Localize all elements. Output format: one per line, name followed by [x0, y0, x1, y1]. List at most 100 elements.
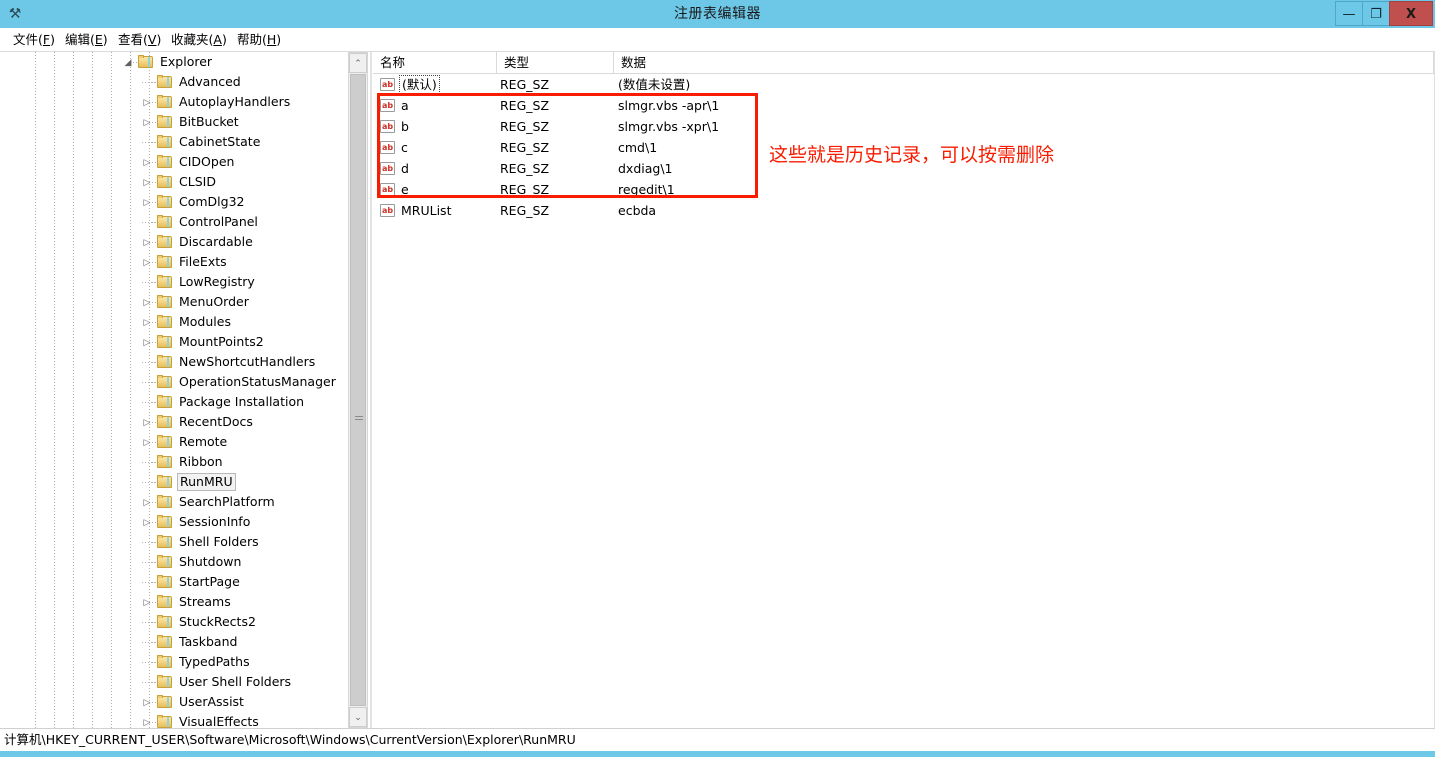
tree-item-streams[interactable]: ▷ Streams [0, 592, 345, 612]
folder-icon [157, 715, 173, 728]
annotation-text: 这些就是历史记录，可以按需删除 [769, 144, 1055, 166]
tree-item-sessioninfo[interactable]: ▷ SessionInfo [0, 512, 345, 532]
tree-scrollbar[interactable]: ⌃ ⌄ [348, 52, 368, 728]
tree-item-label: CIDOpen [179, 154, 235, 169]
main-content: ◢ Explorer Advanced ▷ AutoplayHandlers ▷ BitBu… [0, 52, 1435, 728]
maximize-button[interactable]: ❐ [1362, 1, 1390, 26]
tree-item-bitbucket[interactable]: ▷ BitBucket [0, 112, 345, 132]
tree-item-label: SessionInfo [179, 514, 251, 529]
value-data: slmgr.vbs -apr\1 [618, 98, 720, 113]
folder-icon [157, 135, 173, 149]
folder-icon [157, 395, 173, 409]
value-row[interactable]: ab (默认) REG_SZ (数值未设置) [373, 74, 1435, 95]
folder-icon [157, 255, 173, 269]
tree-item-ribbon[interactable]: Ribbon [0, 452, 345, 472]
folder-icon [157, 75, 173, 89]
tree-item-label: OperationStatusManager [179, 374, 336, 389]
tree-item-autoplayhandlers[interactable]: ▷ AutoplayHandlers [0, 92, 345, 112]
value-name: d [401, 161, 409, 176]
string-value-icon: ab [380, 183, 395, 196]
tree-item-label: RunMRU [177, 473, 236, 491]
tree-item-typedpaths[interactable]: TypedPaths [0, 652, 345, 672]
tree-item-label: Ribbon [179, 454, 223, 469]
tree-item-shutdown[interactable]: Shutdown [0, 552, 345, 572]
tree-item-label: RecentDocs [179, 414, 253, 429]
value-row[interactable]: ab MRUList REG_SZ ecbda [373, 200, 1435, 221]
tree-item-label: Modules [179, 314, 231, 329]
tree-item-user-shell-folders[interactable]: User Shell Folders [0, 672, 345, 692]
folder-icon [157, 315, 173, 329]
tree-item-taskband[interactable]: Taskband [0, 632, 345, 652]
folder-icon [157, 115, 173, 129]
column-header-1[interactable]: 名称 [373, 52, 497, 73]
scroll-up-icon[interactable]: ⌃ [349, 53, 367, 73]
tree-item-explorer[interactable]: ◢ Explorer [0, 52, 345, 72]
panel-divider[interactable] [370, 52, 372, 728]
scroll-down-icon[interactable]: ⌄ [349, 707, 367, 727]
tree-item-label: TypedPaths [179, 654, 250, 669]
close-button[interactable]: X [1389, 1, 1433, 26]
tree-item-package-installation[interactable]: Package Installation [0, 392, 345, 412]
tree-item-cidopen[interactable]: ▷ CIDOpen [0, 152, 345, 172]
menu-item-5[interactable]: 帮助(H) [232, 28, 286, 51]
tree-item-modules[interactable]: ▷ Modules [0, 312, 345, 332]
tree-item-comdlg32[interactable]: ▷ ComDlg32 [0, 192, 345, 212]
column-header-2[interactable]: 类型 [497, 52, 614, 73]
status-bar: 计算机\HKEY_CURRENT_USER\Software\Microsoft… [0, 728, 1435, 751]
tree-item-newshortcuthandlers[interactable]: NewShortcutHandlers [0, 352, 345, 372]
folder-icon [157, 655, 173, 669]
value-type: REG_SZ [500, 161, 550, 176]
value-name: (默认) [399, 75, 440, 94]
tree-item-recentdocs[interactable]: ▷ RecentDocs [0, 412, 345, 432]
folder-icon [157, 275, 173, 289]
tree-item-mountpoints2[interactable]: ▷ MountPoints2 [0, 332, 345, 352]
tree-item-userassist[interactable]: ▷ UserAssist [0, 692, 345, 712]
registry-tree-panel[interactable]: ◢ Explorer Advanced ▷ AutoplayHandlers ▷ BitBu… [0, 52, 372, 728]
value-data: slmgr.vbs -xpr\1 [618, 119, 720, 134]
string-value-icon: ab [380, 120, 395, 133]
tree-item-stuckrects2[interactable]: StuckRects2 [0, 612, 345, 632]
tree-item-controlpanel[interactable]: ControlPanel [0, 212, 345, 232]
tree-item-label: VisualEffects [179, 714, 259, 728]
tree-item-label: Discardable [179, 234, 253, 249]
tree-item-label: Shell Folders [179, 534, 259, 549]
tree-item-label: Package Installation [179, 394, 305, 409]
value-type: REG_SZ [500, 77, 550, 92]
minimize-button[interactable]: — [1335, 1, 1363, 26]
scrollbar-thumb[interactable] [350, 74, 366, 706]
value-row[interactable]: ab a REG_SZ slmgr.vbs -apr\1 [373, 95, 1435, 116]
tree-item-shell-folders[interactable]: Shell Folders [0, 532, 345, 552]
value-row[interactable]: ab e REG_SZ regedit\1 [373, 179, 1435, 200]
menu-item-4[interactable]: 收藏夹(A) [166, 28, 232, 51]
tree-item-runmru[interactable]: RunMRU [0, 472, 345, 492]
tree-item-label: Shutdown [179, 554, 242, 569]
menu-item-3[interactable]: 查看(V) [113, 28, 166, 51]
tree-item-lowregistry[interactable]: LowRegistry [0, 272, 345, 292]
tree-item-clsid[interactable]: ▷ CLSID [0, 172, 345, 192]
tree-item-label: SearchPlatform [179, 494, 275, 509]
tree-item-remote[interactable]: ▷ Remote [0, 432, 345, 452]
tree-item-discardable[interactable]: ▷ Discardable [0, 232, 345, 252]
folder-icon [157, 195, 173, 209]
tree-item-operationstatusmanager[interactable]: OperationStatusManager [0, 372, 345, 392]
tree-item-startpage[interactable]: StartPage [0, 572, 345, 592]
string-value-icon: ab [380, 204, 395, 217]
registry-values-panel[interactable]: 名称 类型 数据 ab (默认) REG_SZ (数值未设置) ab a REG_SZ slmgr… [373, 52, 1435, 728]
value-type: REG_SZ [500, 203, 550, 218]
menu-item-1[interactable]: 文件(F) [8, 28, 60, 51]
tree-item-searchplatform[interactable]: ▷ SearchPlatform [0, 492, 345, 512]
string-value-icon: ab [380, 162, 395, 175]
status-path: 计算机\HKEY_CURRENT_USER\Software\Microsoft… [4, 732, 576, 747]
value-name: c [401, 140, 408, 155]
tree-item-cabinetstate[interactable]: CabinetState [0, 132, 345, 152]
tree-item-label: MenuOrder [179, 294, 249, 309]
tree-item-advanced[interactable]: Advanced [0, 72, 345, 92]
expand-chevron-icon[interactable]: ▷ [141, 712, 153, 728]
tree-item-visualeffects[interactable]: ▷ VisualEffects [0, 712, 345, 728]
tree-item-fileexts[interactable]: ▷ FileExts [0, 252, 345, 272]
value-row[interactable]: ab b REG_SZ slmgr.vbs -xpr\1 [373, 116, 1435, 137]
column-header-3[interactable]: 数据 [614, 52, 1434, 73]
menu-item-2[interactable]: 编辑(E) [60, 28, 113, 51]
folder-icon [157, 335, 173, 349]
tree-item-menuorder[interactable]: ▷ MenuOrder [0, 292, 345, 312]
